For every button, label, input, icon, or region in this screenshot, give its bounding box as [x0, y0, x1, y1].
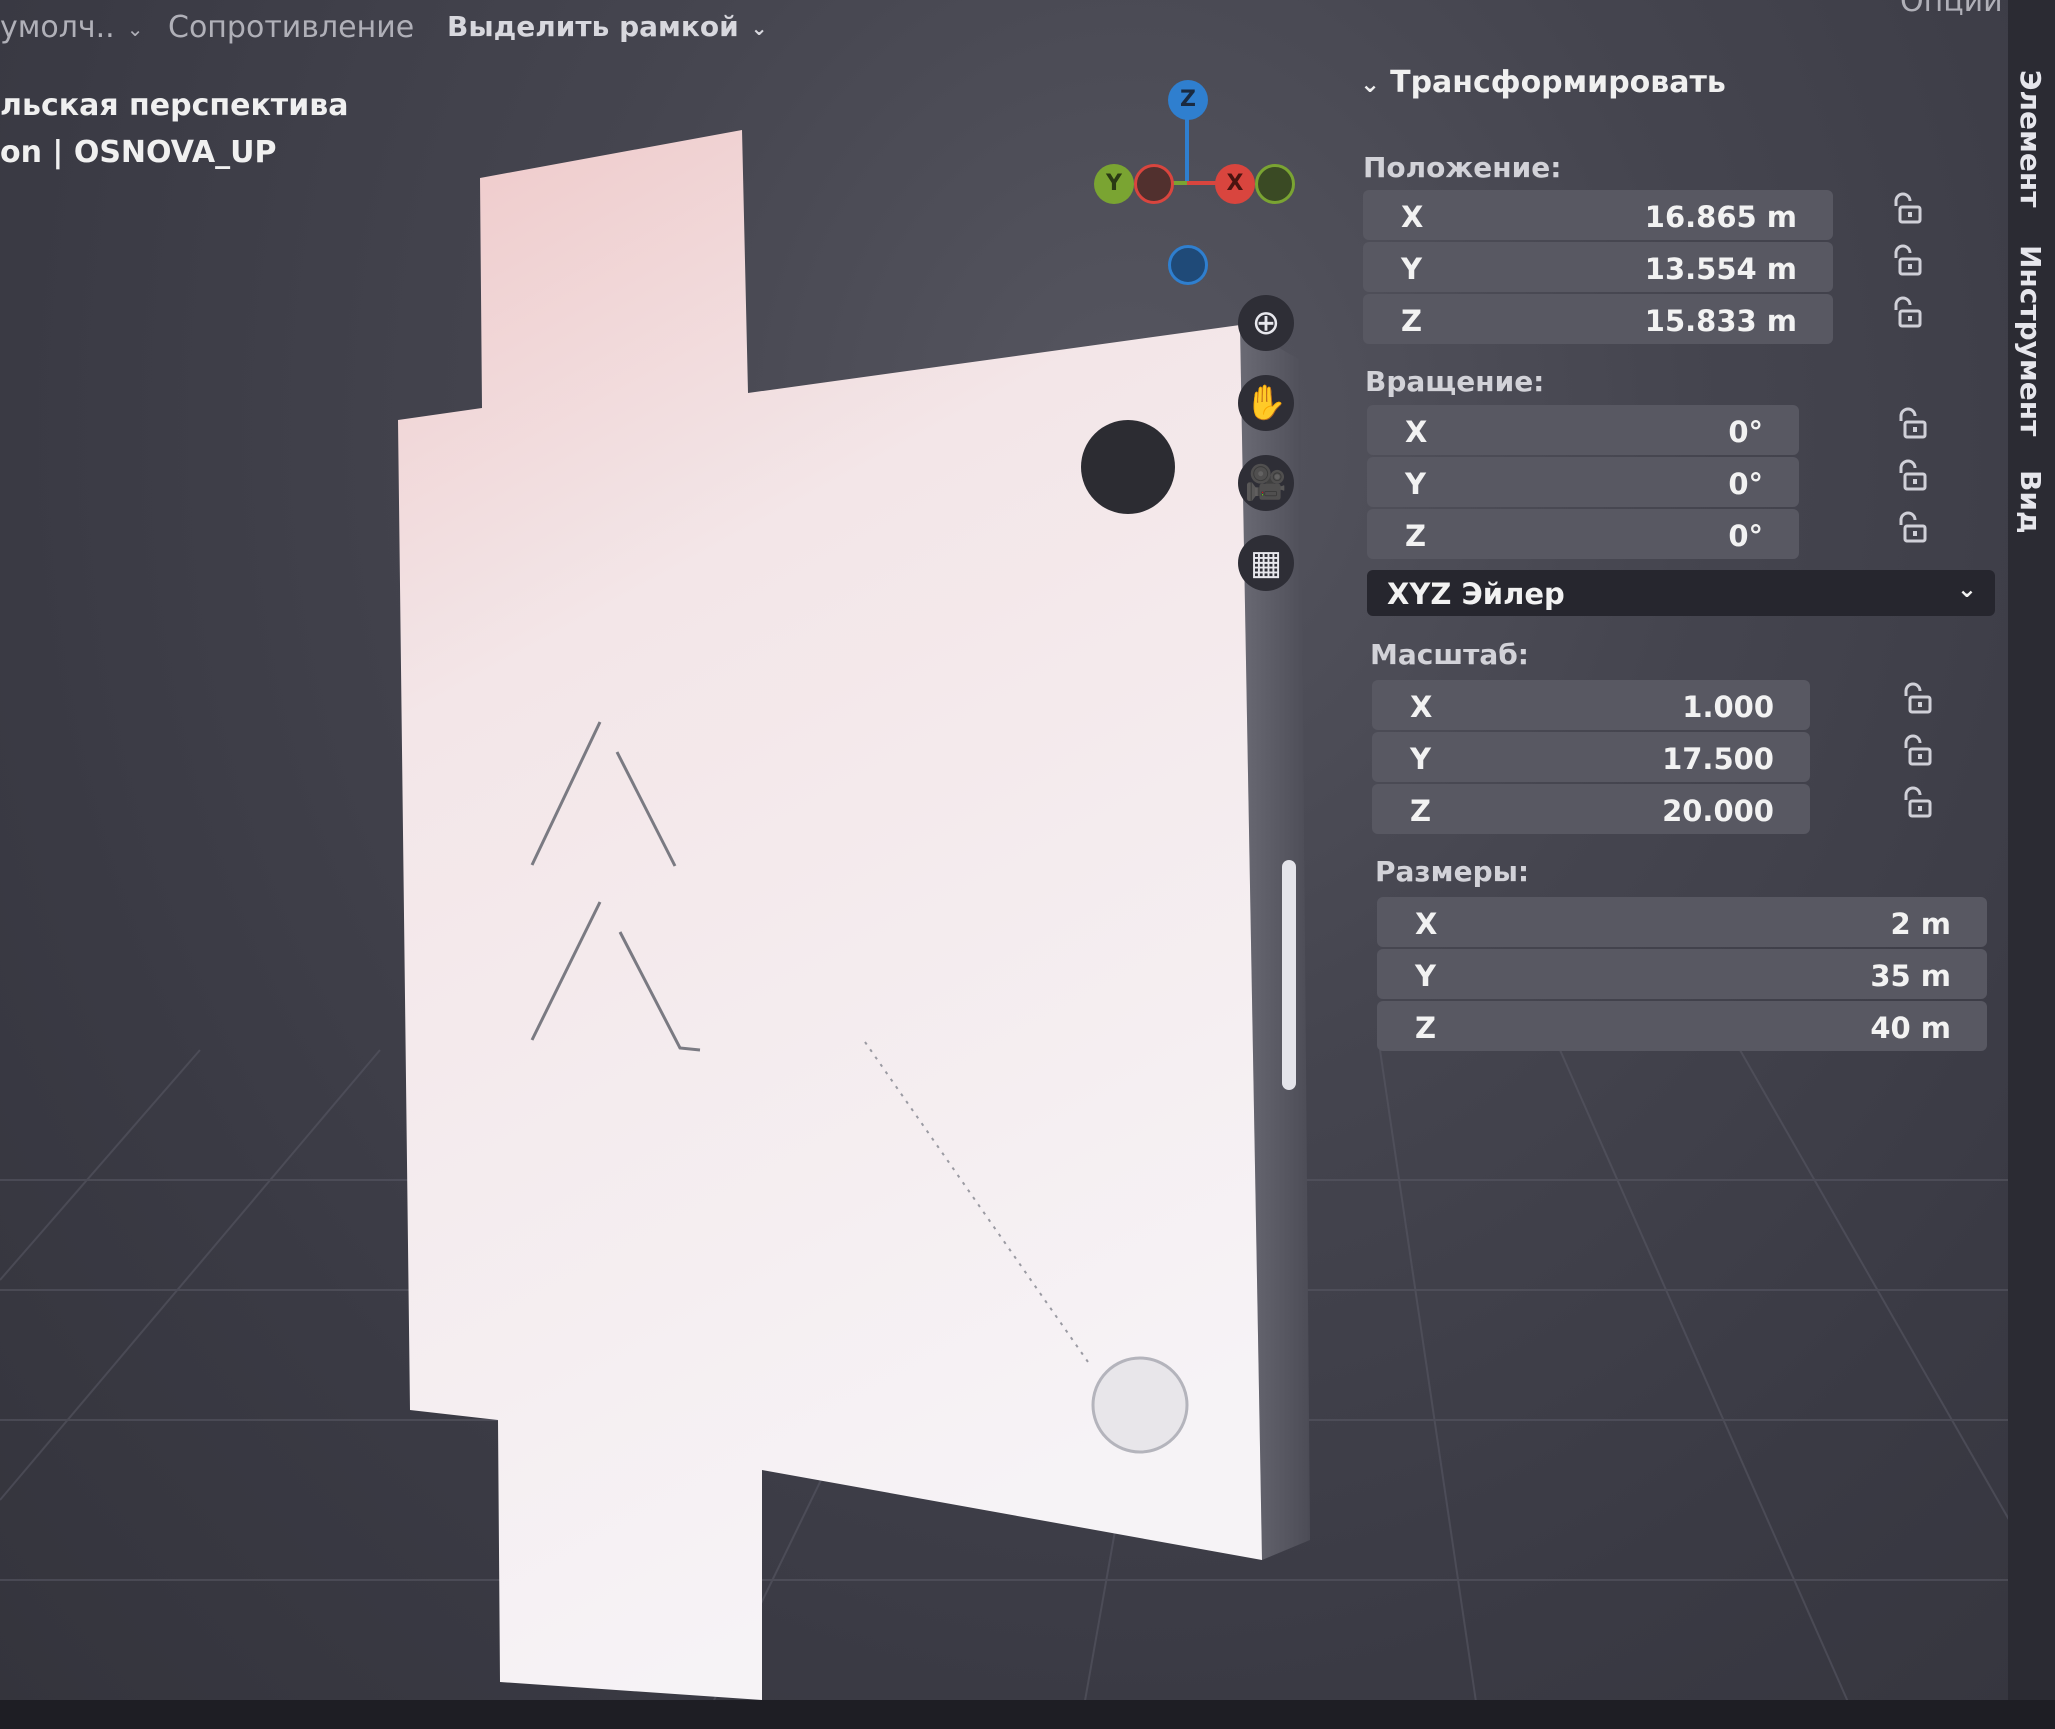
rotation-x-field[interactable]: X 0° [1367, 405, 1799, 455]
grid-icon[interactable]: ▦ [1238, 535, 1294, 591]
dimensions-x-field[interactable]: X 2 m [1377, 897, 1987, 947]
gizmo-z-label: Z [1180, 87, 1196, 112]
mode-dropdown-label: умолч.. [0, 10, 115, 45]
hole-top [1081, 420, 1175, 514]
lock-icon[interactable] [1900, 786, 1934, 820]
view-name: льская перспектива [0, 88, 349, 123]
mode-dropdown[interactable]: умолч.. ⌄ [0, 10, 143, 45]
lock-icon[interactable] [1895, 407, 1929, 441]
location-z-field[interactable]: Z 15.833 m [1363, 294, 1833, 344]
gizmo-z-axis[interactable]: Z [1168, 80, 1208, 120]
axis-label: X [1415, 907, 1438, 941]
rotation-mode-dropdown[interactable]: XYZ Эйлер ⌄ [1367, 570, 1995, 616]
plate-face [398, 130, 1262, 1700]
axis-label: X [1401, 200, 1424, 234]
lock-icon[interactable] [1900, 682, 1934, 716]
field-value: 13.554 m [1644, 252, 1797, 286]
gizmo-neg-z-axis[interactable] [1168, 245, 1208, 285]
chevron-down-icon: ⌄ [1360, 70, 1381, 98]
field-value: 17.500 [1662, 742, 1774, 776]
axis-label: Y [1401, 252, 1422, 286]
axis-label: Z [1405, 519, 1427, 553]
field-value: 15.833 m [1644, 304, 1797, 338]
axis-label: X [1410, 690, 1433, 724]
axis-label: Y [1415, 959, 1436, 993]
hole-bottom [1091, 1356, 1189, 1454]
viewport-scrollbar [1282, 860, 1296, 1090]
hand-pan-icon[interactable]: ✋ [1238, 375, 1294, 431]
field-value: 35 m [1870, 959, 1951, 993]
select-box-label: Выделить рамкой [447, 10, 739, 43]
gizmo-neg-y-axis[interactable] [1134, 164, 1174, 204]
snap-setting[interactable]: Сопротивление [168, 10, 414, 45]
gizmo-neg-x-axis[interactable] [1255, 164, 1295, 204]
axis-label: Z [1410, 794, 1432, 828]
gizmo-y-axis[interactable]: Y [1094, 164, 1134, 204]
chevron-down-icon: ⌄ [1956, 575, 1977, 603]
bottom-bar [0, 1700, 2055, 1729]
axis-label: Y [1410, 742, 1431, 776]
zoom-icon[interactable]: ⊕ [1238, 295, 1294, 351]
dimensions-z-field[interactable]: Z 40 m [1377, 1001, 1987, 1051]
transform-title: Трансформировать [1390, 65, 1726, 100]
tab-view[interactable]: Вид [2014, 470, 2047, 534]
scale-y-field[interactable]: Y 17.500 [1372, 732, 1810, 782]
field-value: 0° [1728, 519, 1763, 553]
field-value: 16.865 m [1644, 200, 1797, 234]
location-label: Положение: [1363, 151, 1562, 184]
gizmo-x-label: X [1226, 171, 1244, 196]
axis-label: Z [1401, 304, 1423, 338]
options-label: Опции [1900, 0, 2003, 19]
gizmo-x-axis[interactable]: X [1215, 164, 1255, 204]
dimensions-y-field[interactable]: Y 35 m [1377, 949, 1987, 999]
rotation-mode-value: XYZ Эйлер [1387, 577, 1565, 611]
rotation-label: Вращение: [1365, 365, 1545, 398]
dimensions-label: Размеры: [1375, 855, 1530, 888]
axis-label: Y [1405, 467, 1426, 501]
transform-header[interactable]: ⌄ Трансформировать [1360, 65, 1726, 100]
lock-icon[interactable] [1890, 296, 1924, 330]
scale-label: Масштаб: [1370, 638, 1529, 671]
rotation-y-field[interactable]: Y 0° [1367, 457, 1799, 507]
sidebar-tabs: Элемент Инструмент Вид [2008, 0, 2055, 1729]
object-info: on | OSNOVA_UP [0, 135, 277, 170]
field-value: 0° [1728, 415, 1763, 449]
location-x-field[interactable]: X 16.865 m [1363, 190, 1833, 240]
lock-icon[interactable] [1895, 459, 1929, 493]
field-value: 2 m [1890, 907, 1952, 941]
snap-label: Сопротивление [168, 10, 415, 45]
lock-icon[interactable] [1890, 192, 1924, 226]
field-value: 40 m [1870, 1011, 1951, 1045]
select-box-dropdown[interactable]: Выделить рамкой ⌄ [447, 10, 768, 43]
field-value: 1.000 [1682, 690, 1774, 724]
axis-label: X [1405, 415, 1428, 449]
axis-label: Z [1415, 1011, 1437, 1045]
scale-x-field[interactable]: X 1.000 [1372, 680, 1810, 730]
scale-z-field[interactable]: Z 20.000 [1372, 784, 1810, 834]
lock-icon[interactable] [1890, 244, 1924, 278]
rotation-z-field[interactable]: Z 0° [1367, 509, 1799, 559]
tab-item[interactable]: Элемент [2014, 70, 2047, 208]
chevron-down-icon: ⌄ [126, 16, 144, 41]
tab-tool[interactable]: Инструмент [2014, 245, 2047, 436]
camera-icon[interactable]: 🎥 [1238, 455, 1294, 511]
field-value: 20.000 [1662, 794, 1774, 828]
lock-icon[interactable] [1900, 734, 1934, 768]
navigation-gizmo[interactable]: Z Y X [1080, 80, 1300, 300]
gizmo-y-label: Y [1106, 171, 1122, 196]
chevron-down-icon: ⌄ [750, 16, 768, 40]
location-y-field[interactable]: Y 13.554 m [1363, 242, 1833, 292]
lock-icon[interactable] [1895, 511, 1929, 545]
field-value: 0° [1728, 467, 1763, 501]
